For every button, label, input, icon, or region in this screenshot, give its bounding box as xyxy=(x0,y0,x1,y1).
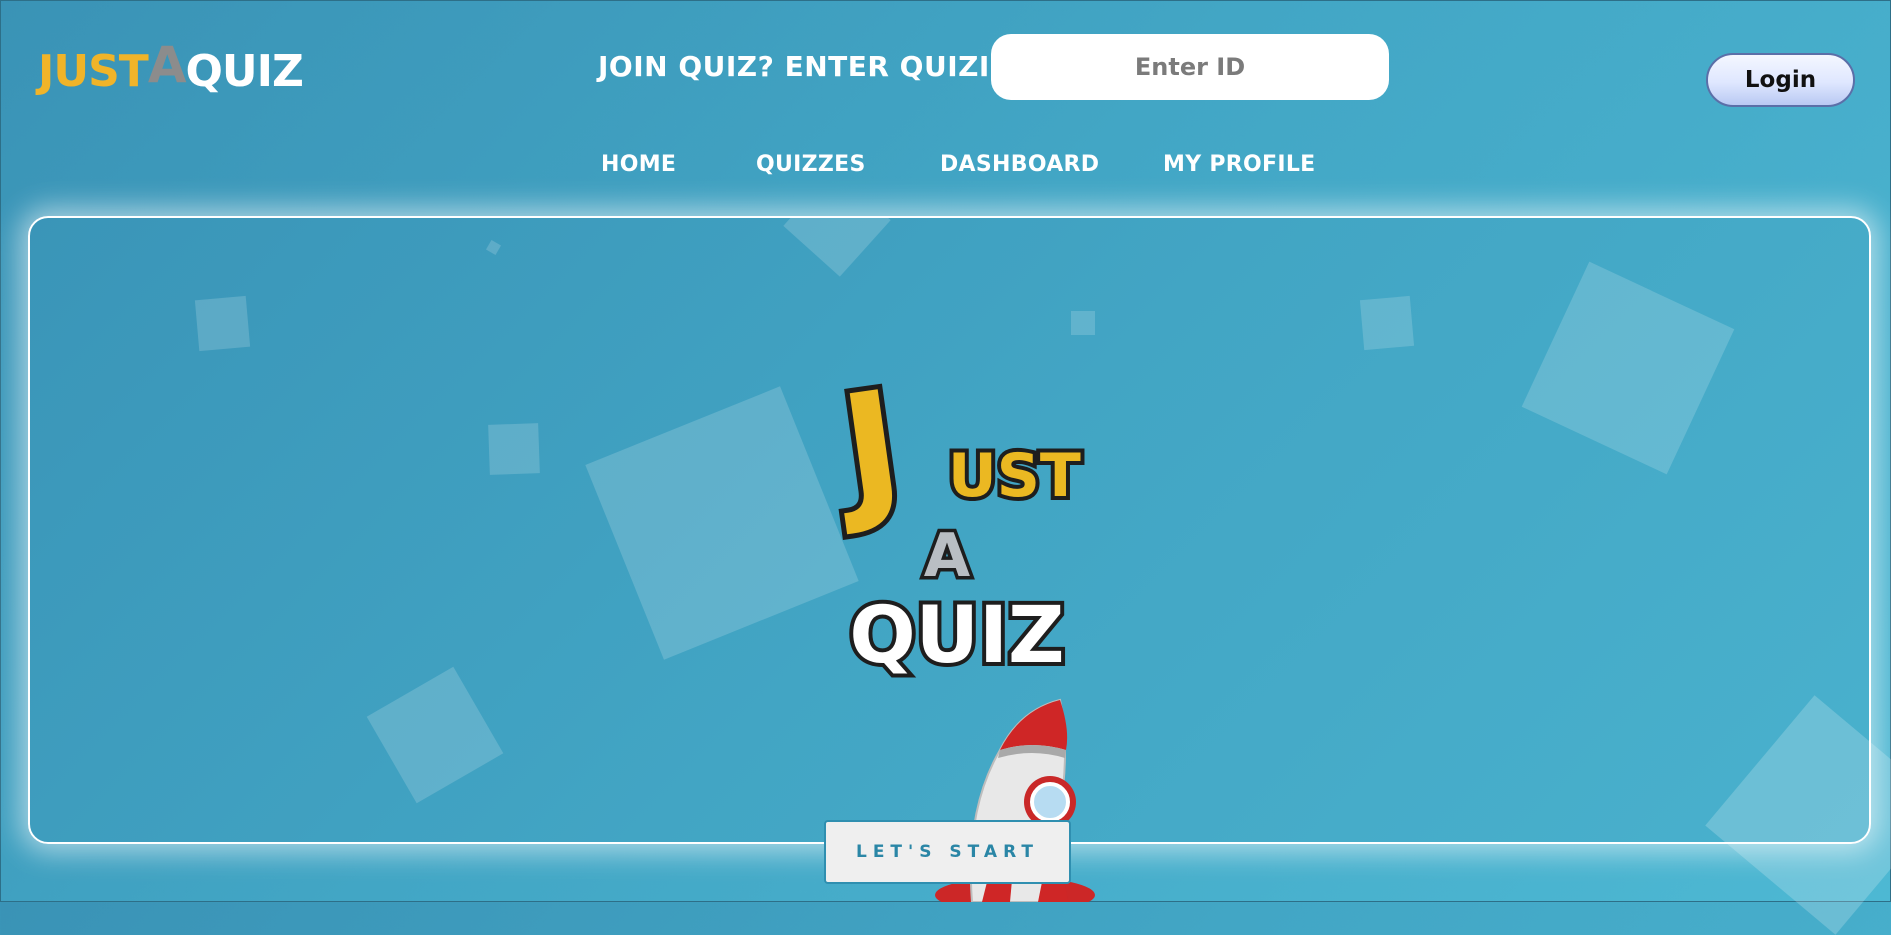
hero-logo-ust: UST xyxy=(948,441,1081,511)
hero-logo-a: A xyxy=(924,521,971,591)
hero-logo-j: J xyxy=(823,359,911,540)
logo-part-a: A xyxy=(147,36,187,94)
nav-home[interactable]: HOME xyxy=(601,152,676,177)
quiz-id-input[interactable] xyxy=(991,34,1389,100)
brand-logo[interactable]: JUSTAQUIZ xyxy=(38,40,304,97)
login-button[interactable]: Login xyxy=(1706,53,1855,107)
lets-start-button[interactable]: LET'S START xyxy=(824,820,1071,884)
logo-part-quiz: QUIZ xyxy=(185,46,304,97)
logo-part-just: JUST xyxy=(38,46,149,97)
nav-quizzes[interactable]: QUIZZES xyxy=(756,152,866,177)
nav-my-profile[interactable]: MY PROFILE xyxy=(1163,152,1316,177)
nav-dashboard[interactable]: DASHBOARD xyxy=(940,152,1099,177)
hero-logo-quiz: QUIZ xyxy=(849,591,1064,681)
join-quiz-label: JOIN QUIZ? ENTER QUIZID: xyxy=(598,50,1026,83)
